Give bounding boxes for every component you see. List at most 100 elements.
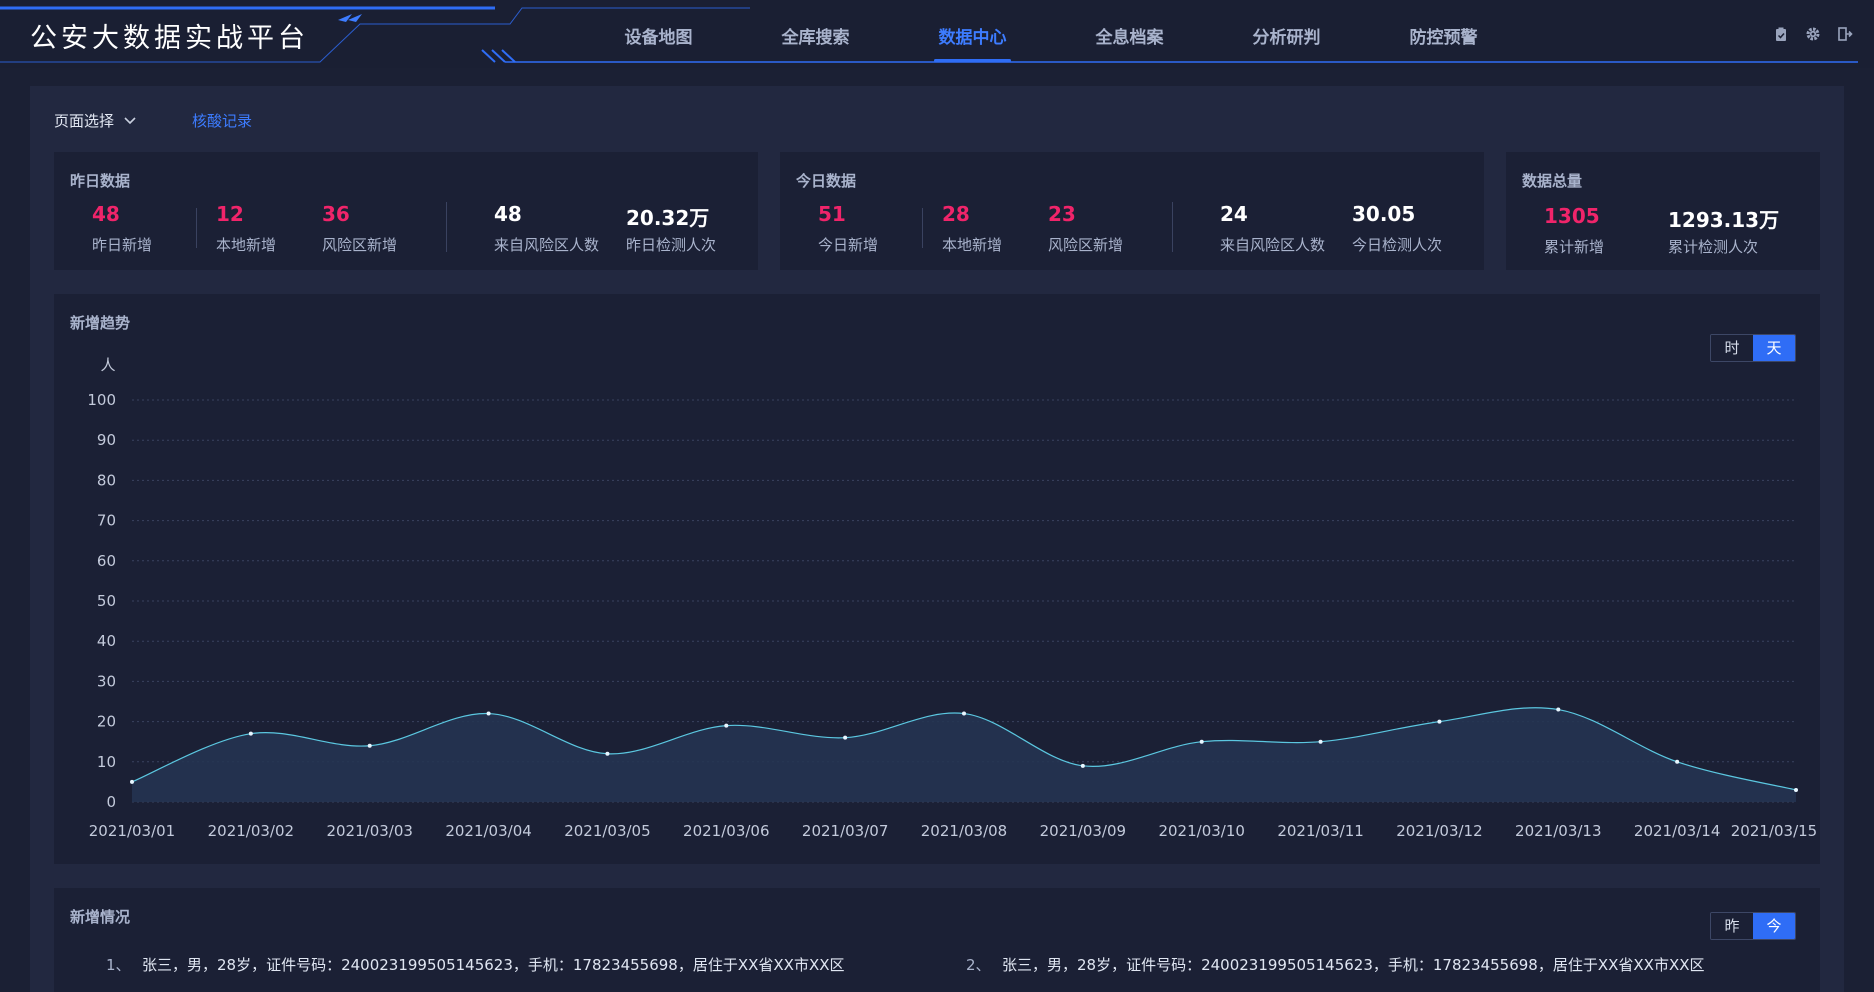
- divider: [196, 208, 197, 248]
- x-tick-label: 2021/03/06: [683, 822, 769, 840]
- nav-full-search[interactable]: 全库搜索: [737, 0, 894, 68]
- divider: [1172, 202, 1173, 252]
- x-tick-label: 2021/03/10: [1158, 822, 1244, 840]
- toolbar: 页面选择 核酸记录: [54, 110, 252, 131]
- today-data-card: 今日数据 51 今日新增 28 本地新增 23 风险区新增 24 来自风险区人数…: [780, 152, 1484, 270]
- card-title: 新增情况: [70, 908, 131, 926]
- list-item[interactable]: 1、 张三，男，28岁，证件号码：240023199505145623，手机：17…: [106, 952, 845, 978]
- stat-local-new: 12 本地新增: [216, 202, 276, 255]
- data-point: [1437, 719, 1442, 724]
- stat-label: 累计新增: [1544, 238, 1605, 256]
- trend-chart: 人 0 10 20 30 40 50 60 70 80 90 100 2021/03/01 2021/03…: [87, 356, 1817, 840]
- data-point: [1080, 763, 1085, 768]
- x-tick-label: 2021/03/14: [1634, 822, 1720, 840]
- stat-risk-area-new: 36 风险区新增: [322, 202, 397, 255]
- stat-label: 累计检测人次: [1668, 238, 1759, 256]
- y-tick-label: 80: [97, 471, 116, 489]
- trend-card: 新增趋势 时 天 人 0 10 20 30 40 50 60 70 80 90 100 2021/03/…: [54, 294, 1820, 864]
- data-point: [130, 779, 134, 784]
- stat-value: 24: [1220, 202, 1248, 226]
- stat-value: 51: [818, 202, 846, 226]
- page-select-dropdown[interactable]: 页面选择: [54, 110, 136, 131]
- stat-value: 20.32万: [626, 206, 710, 230]
- x-tick-label: 2021/03/13: [1515, 822, 1601, 840]
- stat-from-risk-area: 24 来自风险区人数: [1220, 202, 1325, 255]
- total-data-card: 数据总量 1305 累计新增 1293.13万 累计检测人次: [1506, 152, 1820, 270]
- stat-label: 来自风险区人数: [1220, 236, 1326, 254]
- stat-test-count: 20.32万 昨日检测人次: [626, 202, 716, 255]
- data-point: [1794, 787, 1798, 792]
- stat-test-count: 30.05 今日检测人次: [1352, 202, 1442, 255]
- stat-value: 12: [216, 202, 244, 226]
- list-item[interactable]: 2、 张三，男，28岁，证件号码：240023199505145623，手机：17…: [966, 952, 1705, 978]
- new-cases-card: 新增情况 昨 今 1、 张三，男，28岁，证件号码：240023199505145…: [54, 888, 1820, 992]
- app-title: 公安大数据实战平台: [30, 23, 309, 54]
- main-panel: 页面选择 核酸记录 昨日数据 48 昨日新增 12 本地新增 36 风险区新增 …: [30, 86, 1844, 992]
- stat-value: 1293.13万: [1668, 208, 1780, 232]
- nav-device-map[interactable]: 设备地图: [580, 0, 737, 68]
- divider: [922, 208, 923, 248]
- yesterday-data-card: 昨日数据 48 昨日新增 12 本地新增 36 风险区新增 48 来自风险区人数…: [54, 152, 758, 270]
- toggle-yesterday[interactable]: 昨: [1711, 913, 1753, 939]
- clipboard-icon[interactable]: [1772, 26, 1790, 44]
- stat-today-new: 51 今日新增: [818, 202, 878, 255]
- nav-holographic-archive[interactable]: 全息档案: [1051, 0, 1208, 68]
- x-tick-label: 2021/03/07: [802, 822, 888, 840]
- stat-value: 23: [1048, 202, 1076, 226]
- stat-label: 本地新增: [942, 236, 1003, 254]
- nav-prevention-alert[interactable]: 防控预警: [1365, 0, 1522, 68]
- y-tick-label: 30: [97, 672, 116, 690]
- y-tick-label: 40: [97, 632, 116, 650]
- nucleic-acid-record-link[interactable]: 核酸记录: [192, 110, 252, 131]
- stat-value: 30.05: [1352, 202, 1416, 226]
- stat-value: 28: [942, 202, 970, 226]
- nav-data-center[interactable]: 数据中心: [894, 0, 1051, 68]
- stat-label: 今日检测人次: [1352, 236, 1443, 254]
- stat-value: 1305: [1544, 204, 1600, 228]
- stat-label: 昨日检测人次: [626, 236, 717, 254]
- logout-icon[interactable]: [1836, 26, 1854, 44]
- stat-cumulative-new: 1305 累计新增: [1544, 204, 1604, 257]
- y-tick-label: 50: [97, 592, 116, 610]
- gear-icon[interactable]: [1804, 26, 1822, 44]
- stat-label: 今日新增: [818, 236, 879, 254]
- card-title: 数据总量: [1522, 172, 1583, 190]
- y-tick-label: 0: [106, 793, 116, 811]
- top-header: 公安大数据实战平台 设备地图 全库搜索 数据中心 全息档案 分析研判 防控预警: [0, 0, 1874, 68]
- x-tick-label: 2021/03/05: [564, 822, 650, 840]
- stat-value: 48: [92, 202, 120, 226]
- day-toggle: 昨 今: [1710, 912, 1796, 940]
- stat-risk-area-new: 23 风险区新增: [1048, 202, 1123, 255]
- toggle-today[interactable]: 今: [1753, 913, 1795, 939]
- card-title: 昨日数据: [70, 172, 131, 190]
- list-number: 2、: [966, 956, 991, 974]
- data-point: [486, 711, 491, 716]
- chevron-down-icon: [124, 114, 136, 128]
- stat-label: 风险区新增: [1048, 236, 1124, 254]
- data-point: [1199, 739, 1204, 744]
- x-tick-label: 2021/03/12: [1396, 822, 1482, 840]
- x-tick-label: 2021/03/01: [89, 822, 175, 840]
- x-tick-label: 2021/03/03: [326, 822, 412, 840]
- data-point: [1556, 707, 1561, 712]
- data-point: [962, 711, 966, 716]
- data-point: [1675, 759, 1680, 764]
- page-select-label: 页面选择: [54, 112, 115, 130]
- stat-from-risk-area: 48 来自风险区人数: [494, 202, 599, 255]
- y-tick-label: 100: [87, 391, 116, 409]
- y-tick-label: 70: [97, 512, 116, 530]
- nav-analysis[interactable]: 分析研判: [1208, 0, 1365, 68]
- data-point: [367, 743, 372, 748]
- divider: [446, 202, 447, 252]
- x-tick-label: 2021/03/09: [1040, 822, 1126, 840]
- stat-label: 来自风险区人数: [494, 236, 600, 254]
- x-tick-label: 2021/03/15: [1731, 822, 1817, 840]
- data-point: [1318, 739, 1323, 744]
- stat-label: 本地新增: [216, 236, 277, 254]
- data-point: [605, 751, 610, 756]
- x-tick-label: 2021/03/11: [1277, 822, 1363, 840]
- x-tick-label: 2021/03/02: [208, 822, 294, 840]
- stat-label: 昨日新增: [92, 236, 153, 254]
- area-fill: [132, 707, 1796, 802]
- y-tick-label: 60: [97, 552, 116, 570]
